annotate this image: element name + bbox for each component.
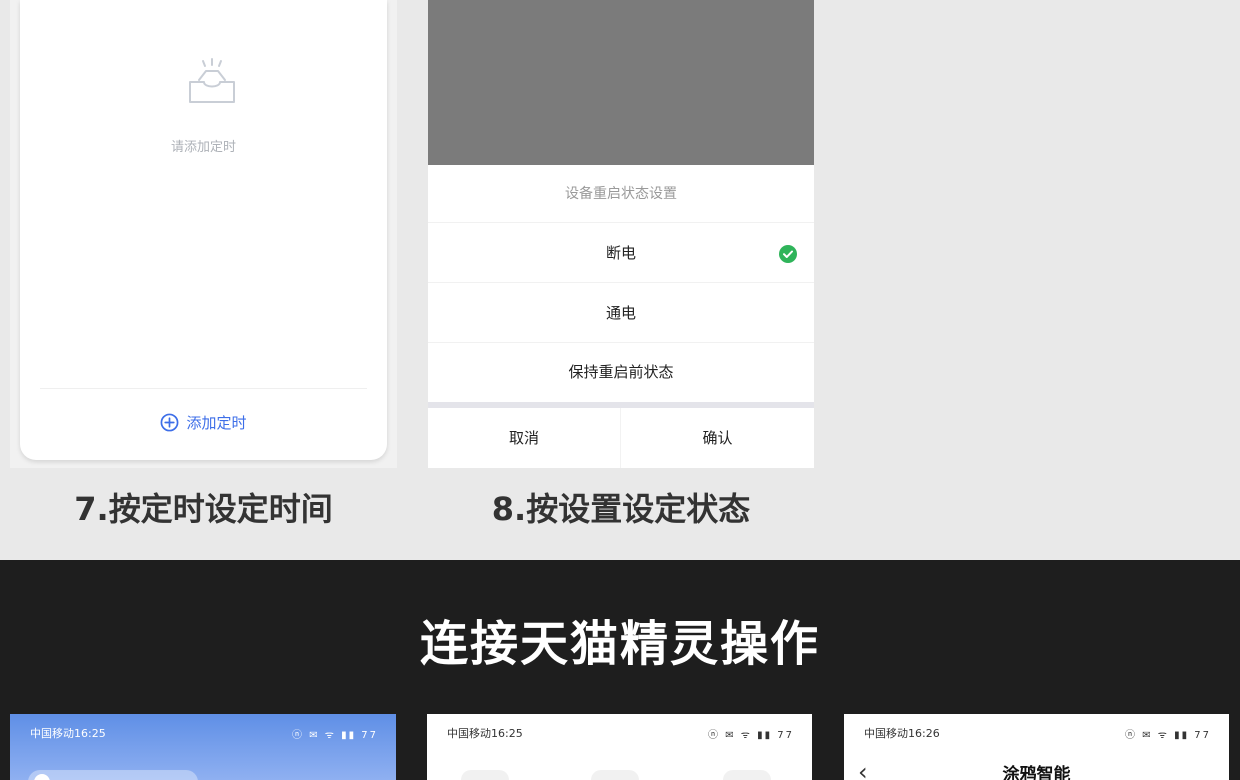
- phone-screenshot-3: 中国移动16:26 ⓝ ✉ ᯤ ▮▮ 77 ‹ 涂鸦智能: [844, 714, 1229, 780]
- restart-state-screenshot: 设备重启状态设置 断电 通电 保持重启前状态 取消 确认: [428, 0, 814, 468]
- option-keep-state[interactable]: 保持重启前状态: [428, 343, 814, 402]
- check-circle-icon: [779, 245, 797, 263]
- option-label: 保持重启前状态: [568, 363, 674, 381]
- app-icon[interactable]: [723, 770, 771, 780]
- add-timer-label: 添加定时: [186, 414, 247, 432]
- carrier-time: 中国移动16:25: [447, 727, 523, 740]
- toggle-pill[interactable]: [28, 770, 198, 780]
- nav-title: 涂鸦智能: [1002, 765, 1071, 780]
- plus-circle-icon: [161, 413, 179, 432]
- status-bar: 中国移动16:25 ⓝ ✉ ᯤ ▮▮ 77: [447, 725, 794, 741]
- empty-tray-icon: [189, 58, 235, 103]
- caption-step-7: 7.按定时设定时间: [74, 490, 333, 528]
- add-timer-button[interactable]: 添加定时: [20, 412, 387, 433]
- option-power-off[interactable]: 断电: [428, 224, 814, 283]
- divider: [40, 388, 367, 389]
- carrier-time: 中国移动16:26: [864, 727, 940, 740]
- status-icons: ⓝ ✉ ᯤ ▮▮ 77: [1125, 729, 1211, 741]
- app-icon[interactable]: [591, 770, 639, 780]
- cancel-button[interactable]: 取消: [428, 408, 621, 468]
- caption-step-8: 8.按设置设定状态: [491, 490, 751, 528]
- dim-overlay[interactable]: [428, 0, 814, 165]
- status-icons: ⓝ ✉ ᯤ ▮▮ 77: [292, 729, 378, 741]
- carrier-time: 中国移动16:25: [30, 727, 106, 740]
- phone-screenshot-1: 中国移动16:25 ⓝ ✉ ᯤ ▮▮ 77: [10, 714, 396, 780]
- timer-screenshot: 请添加定时 添加定时: [10, 0, 397, 468]
- option-power-on[interactable]: 通电: [428, 284, 814, 343]
- option-label: 通电: [605, 304, 636, 322]
- status-icons: ⓝ ✉ ᯤ ▮▮ 77: [708, 729, 794, 741]
- status-bar: 中国移动16:25 ⓝ ✉ ᯤ ▮▮ 77: [30, 725, 378, 741]
- toggle-knob: [34, 774, 50, 780]
- timer-card: 请添加定时 添加定时: [20, 0, 387, 460]
- phone-screenshot-2: 中国移动16:25 ⓝ ✉ ᯤ ▮▮ 77: [427, 714, 812, 780]
- confirm-button[interactable]: 确认: [621, 408, 814, 468]
- sheet-title: 设备重启状态设置: [428, 165, 814, 223]
- status-bar: 中国移动16:26 ⓝ ✉ ᯤ ▮▮ 77: [864, 725, 1211, 741]
- app-icon[interactable]: [461, 770, 509, 780]
- empty-state-text: 请添加定时: [170, 140, 236, 155]
- option-label: 断电: [605, 244, 636, 262]
- section-title: 连接天猫精灵操作: [419, 616, 820, 672]
